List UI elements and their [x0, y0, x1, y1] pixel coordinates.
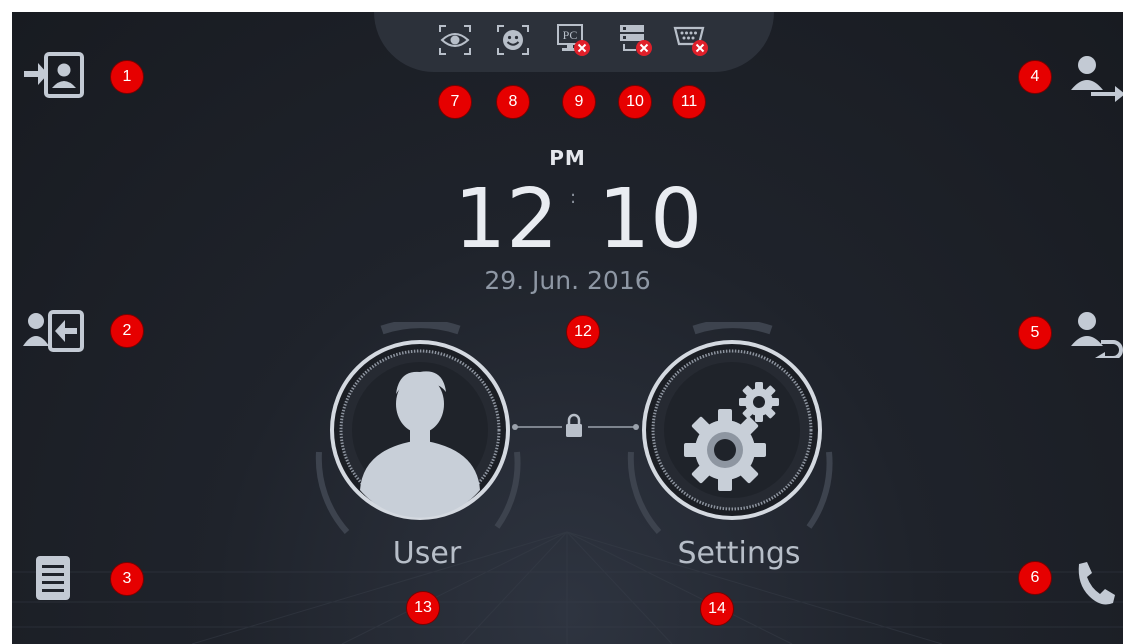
- callout-marker: 11: [672, 85, 706, 119]
- user-label[interactable]: User: [307, 536, 547, 571]
- callout-marker: 14: [700, 592, 734, 626]
- clock-time: 12 : 10: [454, 172, 702, 268]
- clock-date: 29. Jun. 2016: [484, 266, 651, 295]
- small-gear-icon: [739, 382, 779, 422]
- call-button[interactable]: [1067, 558, 1123, 610]
- callout-marker: 7: [438, 85, 472, 119]
- callout-marker: 2: [110, 314, 144, 348]
- menu-list-button[interactable]: [22, 552, 88, 604]
- callout-marker: 10: [618, 85, 652, 119]
- callout-marker: 1: [110, 60, 144, 94]
- network-server-icon: [616, 22, 654, 58]
- pc-label: PC: [563, 28, 578, 42]
- clock-hours: 12: [454, 172, 559, 267]
- phone-icon: [1078, 562, 1115, 605]
- logout-button[interactable]: [22, 306, 88, 358]
- gear-icon: [684, 409, 766, 491]
- pc-connection-icon: PC: [554, 22, 592, 58]
- callout-marker: 13: [406, 591, 440, 625]
- am-pm-indicator: PM: [549, 146, 586, 170]
- callout-marker: 12: [566, 315, 600, 349]
- user-transfer-button[interactable]: [1067, 50, 1123, 102]
- user-return-button[interactable]: [1067, 306, 1123, 358]
- serial-port-icon: [672, 22, 710, 58]
- callout-marker: 4: [1018, 60, 1052, 94]
- menu-list-icon: [36, 556, 70, 600]
- callout-marker: 6: [1018, 561, 1052, 595]
- callout-marker: 5: [1018, 316, 1052, 350]
- clock-minutes: 10: [598, 172, 703, 267]
- settings-label[interactable]: Settings: [619, 536, 859, 571]
- callout-marker: 3: [110, 562, 144, 596]
- login-icon: [24, 52, 84, 98]
- eye-scan-icon: [436, 22, 474, 58]
- login-button[interactable]: [22, 50, 88, 102]
- lock-icon: [566, 424, 582, 437]
- face-scan-icon: [494, 22, 532, 58]
- device-screen: PC PM 12: 10 29. Jun. 2016 User Setting…: [12, 12, 1123, 644]
- callout-marker: 9: [562, 85, 596, 119]
- callout-marker: 8: [496, 85, 530, 119]
- user-transfer-icon: [1071, 56, 1123, 102]
- user-return-icon: [1071, 312, 1123, 358]
- clock-separator: :: [569, 187, 577, 208]
- logout-icon: [23, 310, 84, 352]
